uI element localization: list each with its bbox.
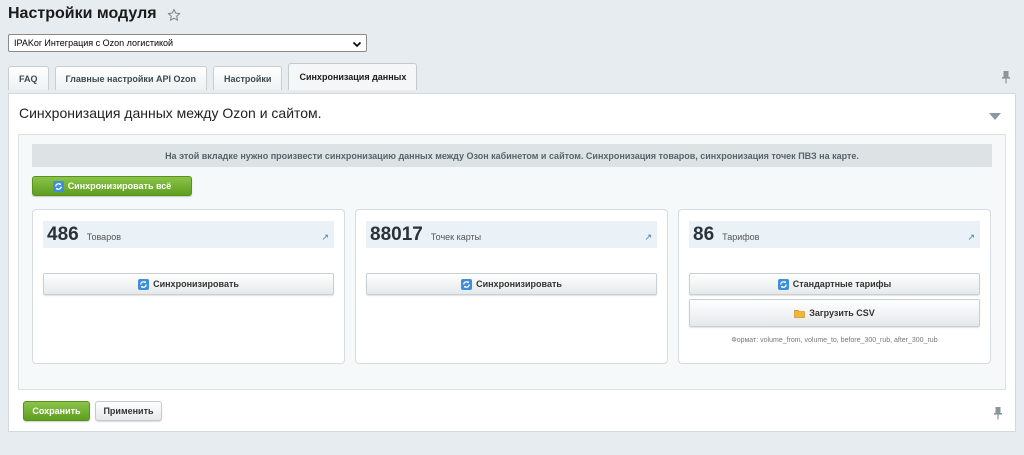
apply-button[interactable]: Применить bbox=[95, 401, 162, 421]
tariffs-label: Тарифов bbox=[722, 232, 760, 242]
tab-settings[interactable]: Настройки bbox=[212, 66, 283, 90]
refresh-icon bbox=[777, 278, 789, 290]
refresh-icon bbox=[138, 278, 150, 290]
map-points-label: Точек карты bbox=[430, 232, 482, 242]
sync-section: На этой вкладке нужно произвести синхрон… bbox=[18, 134, 1006, 390]
button-label: Загрузить CSV bbox=[809, 308, 875, 318]
card-header: 88017 Точек карты ↗ bbox=[366, 221, 657, 248]
pin-icon[interactable] bbox=[1001, 70, 1011, 84]
external-link-icon[interactable]: ↗ bbox=[967, 232, 975, 243]
tab-faq[interactable]: FAQ bbox=[8, 66, 49, 90]
info-notice: На этой вкладке нужно произвести синхрон… bbox=[32, 144, 992, 167]
save-button[interactable]: Сохранить bbox=[23, 401, 90, 421]
standard-tariffs-button[interactable]: Стандартные тарифы bbox=[689, 273, 980, 295]
products-count: 486 bbox=[47, 224, 79, 245]
tab-label: FAQ bbox=[19, 73, 38, 84]
tariffs-count: 86 bbox=[693, 224, 715, 245]
external-link-icon[interactable]: ↗ bbox=[321, 232, 329, 243]
products-card: 486 Товаров ↗ Синхронизировать bbox=[32, 209, 345, 364]
main-panel: Синхронизация данных между Ozon и сайтом… bbox=[8, 93, 1016, 432]
tab-main-api-settings[interactable]: Главные настройки API Ozon bbox=[54, 66, 207, 90]
button-label: Синхронизировать bbox=[476, 279, 562, 289]
upload-csv-button[interactable]: Загрузить CSV bbox=[689, 299, 980, 327]
button-label: Синхронизировать bbox=[153, 279, 239, 289]
pin-icon[interactable] bbox=[993, 406, 1003, 420]
sync-all-label: Синхронизировать всё bbox=[67, 181, 172, 191]
module-select[interactable]: IPAKor Интеграция с Ozon логистикой bbox=[8, 34, 367, 52]
tariffs-card: 86 Тарифов ↗ Стандартные тарифы Загрузит… bbox=[678, 209, 991, 364]
module-select-value: IPAKor Интеграция с Ozon логистикой bbox=[14, 38, 174, 48]
button-label: Стандартные тарифы bbox=[792, 279, 892, 289]
panel-title: Синхронизация данных между Ozon и сайтом… bbox=[19, 105, 322, 121]
folder-icon bbox=[794, 309, 806, 318]
tab-label: Настройки bbox=[223, 73, 272, 84]
products-label: Товаров bbox=[86, 232, 121, 242]
card-header: 486 Товаров ↗ bbox=[43, 221, 334, 248]
card-header: 86 Тарифов ↗ bbox=[689, 221, 980, 248]
tab-label: Синхронизация данных bbox=[299, 72, 407, 82]
collapse-icon[interactable] bbox=[989, 108, 1001, 120]
star-icon[interactable] bbox=[167, 8, 181, 22]
chevron-down-icon bbox=[352, 38, 362, 48]
sync-map-points-button[interactable]: Синхронизировать bbox=[366, 273, 657, 295]
tab-bar: FAQ Главные настройки API Ozon Настройки… bbox=[8, 63, 423, 90]
apply-label: Применить bbox=[103, 406, 154, 416]
map-points-card: 88017 Точек карты ↗ Синхронизировать bbox=[355, 209, 668, 364]
save-label: Сохранить bbox=[32, 406, 81, 416]
sync-products-button[interactable]: Синхронизировать bbox=[43, 273, 334, 295]
page-header: Настройки модуля bbox=[8, 5, 181, 23]
tab-label: Главные настройки API Ozon bbox=[65, 73, 196, 84]
tab-data-sync[interactable]: Синхронизация данных bbox=[288, 63, 418, 90]
refresh-icon bbox=[461, 278, 473, 290]
map-points-count: 88017 bbox=[370, 224, 423, 245]
sync-all-button[interactable]: Синхронизировать всё bbox=[32, 176, 192, 196]
external-link-icon[interactable]: ↗ bbox=[644, 232, 652, 243]
csv-format-note: Формат: volume_from, volume_to, before_3… bbox=[731, 337, 938, 344]
page-title: Настройки модуля bbox=[8, 5, 157, 22]
refresh-icon bbox=[52, 180, 64, 192]
